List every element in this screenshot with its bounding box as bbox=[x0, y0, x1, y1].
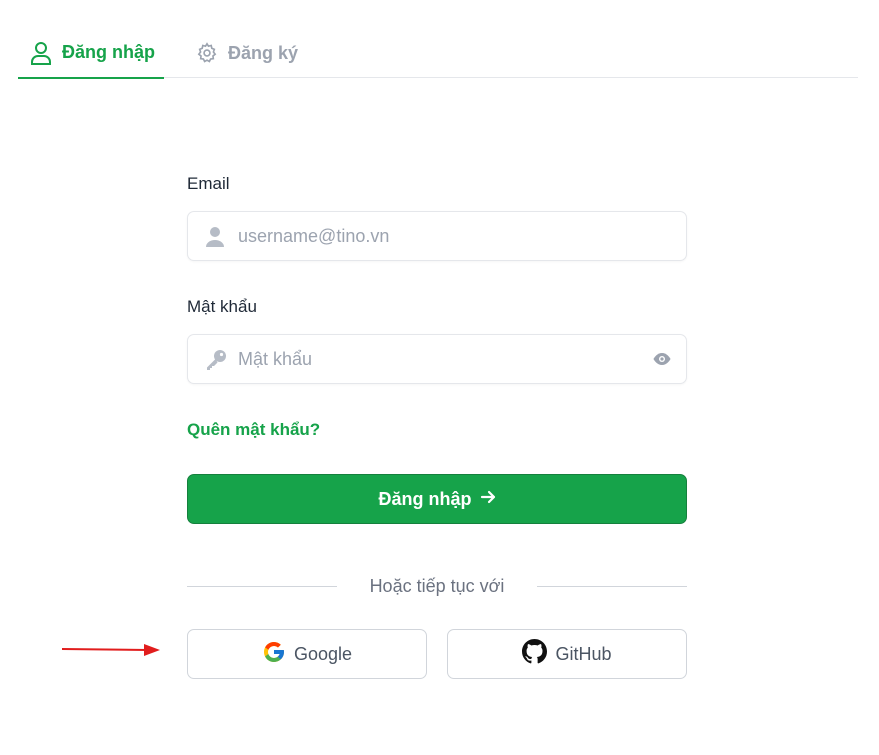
forgot-password-link[interactable]: Quên mật khẩu? bbox=[187, 420, 320, 440]
user-icon bbox=[30, 41, 52, 65]
divider-line-right bbox=[537, 586, 687, 587]
gear-icon bbox=[196, 42, 218, 64]
password-input[interactable] bbox=[238, 335, 638, 383]
annotation-arrow bbox=[61, 644, 160, 656]
arrow-right-icon bbox=[480, 489, 496, 510]
auth-tabs: Đăng nhập Đăng ký bbox=[18, 28, 858, 79]
github-icon bbox=[522, 639, 548, 669]
divider: Hoặc tiếp tục với bbox=[187, 574, 687, 598]
github-login-button[interactable]: GitHub bbox=[447, 629, 687, 679]
login-submit-label: Đăng nhập bbox=[378, 488, 472, 509]
password-field-wrapper bbox=[187, 334, 687, 384]
google-login-label: Google bbox=[293, 643, 353, 664]
tab-login[interactable]: Đăng nhập bbox=[18, 28, 164, 79]
password-label: Mật khẩu bbox=[187, 297, 257, 316]
tab-register[interactable]: Đăng ký bbox=[194, 28, 298, 78]
google-icon bbox=[262, 640, 286, 669]
key-icon bbox=[205, 349, 227, 376]
tab-login-label: Đăng nhập bbox=[62, 42, 155, 62]
email-input[interactable] bbox=[238, 212, 638, 260]
email-field-wrapper bbox=[187, 211, 687, 261]
email-label: Email bbox=[187, 174, 230, 193]
login-submit-button[interactable]: Đăng nhập bbox=[187, 474, 687, 524]
google-login-button[interactable]: Google bbox=[187, 629, 427, 679]
user-icon bbox=[205, 226, 225, 253]
github-login-label: GitHub bbox=[555, 643, 612, 664]
eye-icon[interactable] bbox=[653, 352, 671, 371]
tab-register-label: Đăng ký bbox=[228, 42, 299, 63]
